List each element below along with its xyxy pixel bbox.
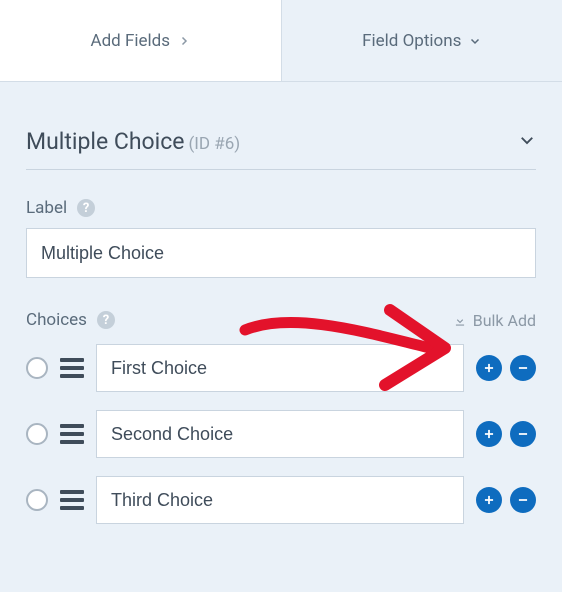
tab-add-fields[interactable]: Add Fields (0, 0, 282, 81)
label-caption-row: Label ? (26, 198, 536, 218)
drag-handle-icon[interactable] (60, 424, 84, 444)
section-title: Multiple Choice (26, 128, 184, 155)
help-icon[interactable]: ? (77, 199, 95, 217)
default-radio[interactable] (26, 489, 48, 511)
tab-add-fields-label: Add Fields (90, 31, 170, 51)
add-choice-button[interactable] (476, 421, 502, 447)
choice-input[interactable] (96, 476, 464, 524)
choices-header: Choices ? Bulk Add (26, 310, 536, 330)
download-icon (453, 313, 467, 327)
drag-handle-icon[interactable] (60, 358, 84, 378)
tab-field-options[interactable]: Field Options (282, 0, 562, 81)
choice-input[interactable] (96, 410, 464, 458)
choice-input[interactable] (96, 344, 464, 392)
remove-choice-button[interactable] (510, 487, 536, 513)
chevron-down-icon (518, 131, 536, 149)
choices-caption: Choices (26, 310, 87, 330)
default-radio[interactable] (26, 357, 48, 379)
tab-field-options-label: Field Options (362, 31, 461, 51)
choice-row (26, 344, 536, 392)
bulk-add-label: Bulk Add (473, 311, 536, 330)
section-header[interactable]: Multiple Choice (ID #6) (26, 108, 536, 170)
default-radio[interactable] (26, 423, 48, 445)
tabs-bar: Add Fields Field Options (0, 0, 562, 82)
chevron-right-icon (178, 35, 190, 47)
chevron-down-icon (469, 35, 481, 47)
label-input[interactable] (26, 228, 536, 278)
add-choice-button[interactable] (476, 487, 502, 513)
label-caption: Label (26, 198, 67, 218)
drag-handle-icon[interactable] (60, 490, 84, 510)
section-id: (ID #6) (188, 134, 240, 154)
add-choice-button[interactable] (476, 355, 502, 381)
remove-choice-button[interactable] (510, 355, 536, 381)
help-icon[interactable]: ? (97, 311, 115, 329)
bulk-add-button[interactable]: Bulk Add (453, 311, 536, 330)
choice-row (26, 476, 536, 524)
field-options-panel: Multiple Choice (ID #6) Label ? Choices … (0, 82, 562, 524)
choice-row (26, 410, 536, 458)
remove-choice-button[interactable] (510, 421, 536, 447)
